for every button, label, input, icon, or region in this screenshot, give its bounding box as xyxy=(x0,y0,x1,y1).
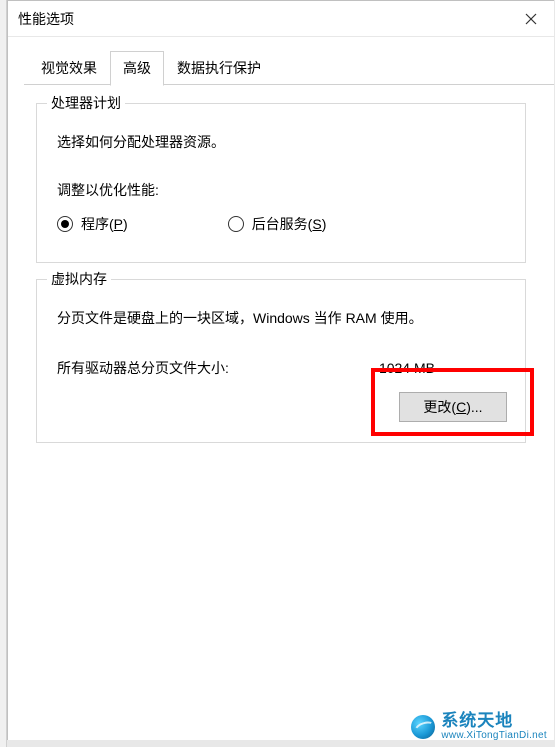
label-prefix: 程序( xyxy=(81,216,114,232)
label-hotkey: S xyxy=(312,216,321,232)
label-suffix: ) xyxy=(123,216,128,232)
window-title: 性能选项 xyxy=(18,9,74,29)
close-icon xyxy=(525,13,537,25)
label-suffix: ) xyxy=(322,216,327,232)
label-hotkey: C xyxy=(456,399,466,415)
label-prefix: 更改( xyxy=(423,397,456,417)
tab-advanced[interactable]: 高级 xyxy=(110,51,164,86)
advanced-panel: 处理器计划 选择如何分配处理器资源。 调整以优化性能: 程序(P) 后台服务(S… xyxy=(8,85,554,459)
radio-background-services[interactable]: 后台服务(S) xyxy=(228,214,327,234)
label-prefix: 后台服务( xyxy=(252,216,313,232)
radio-programs[interactable]: 程序(P) xyxy=(57,214,128,234)
radio-programs-label: 程序(P) xyxy=(81,214,128,234)
radio-row: 程序(P) 后台服务(S) xyxy=(57,214,511,234)
label-hotkey: P xyxy=(114,216,123,232)
performance-options-dialog: 性能选项 视觉效果 高级 数据执行保护 处理器计划 选择如何分配处理器资源。 调… xyxy=(7,0,554,740)
vm-total-row: 所有驱动器总分页文件大小: 1024 MB xyxy=(57,358,505,378)
processor-legend: 处理器计划 xyxy=(47,93,125,113)
tab-visual-effects[interactable]: 视觉效果 xyxy=(28,51,110,85)
vm-desc: 分页文件是硬盘上的一块区域，Windows 当作 RAM 使用。 xyxy=(57,308,511,328)
optimize-label: 调整以优化性能: xyxy=(57,180,511,200)
virtual-memory-group: 虚拟内存 分页文件是硬盘上的一块区域，Windows 当作 RAM 使用。 所有… xyxy=(36,279,526,443)
vm-total-label: 所有驱动器总分页文件大小: xyxy=(57,358,229,378)
radio-services-label: 后台服务(S) xyxy=(252,214,327,234)
close-button[interactable] xyxy=(508,1,554,37)
processor-scheduling-group: 处理器计划 选择如何分配处理器资源。 调整以优化性能: 程序(P) 后台服务(S… xyxy=(36,103,526,263)
radio-icon xyxy=(57,216,73,232)
vm-legend: 虚拟内存 xyxy=(47,269,111,289)
vm-total-value: 1024 MB xyxy=(379,360,505,376)
change-button-wrap: 更改(C)... xyxy=(51,392,507,422)
tab-dep[interactable]: 数据执行保护 xyxy=(164,51,274,85)
label-suffix: )... xyxy=(466,399,482,415)
titlebar: 性能选项 xyxy=(8,1,554,37)
processor-desc: 选择如何分配处理器资源。 xyxy=(57,132,511,152)
background-strip xyxy=(0,0,7,747)
change-button[interactable]: 更改(C)... xyxy=(399,392,507,422)
radio-icon xyxy=(228,216,244,232)
tab-row: 视觉效果 高级 数据执行保护 xyxy=(8,37,554,85)
